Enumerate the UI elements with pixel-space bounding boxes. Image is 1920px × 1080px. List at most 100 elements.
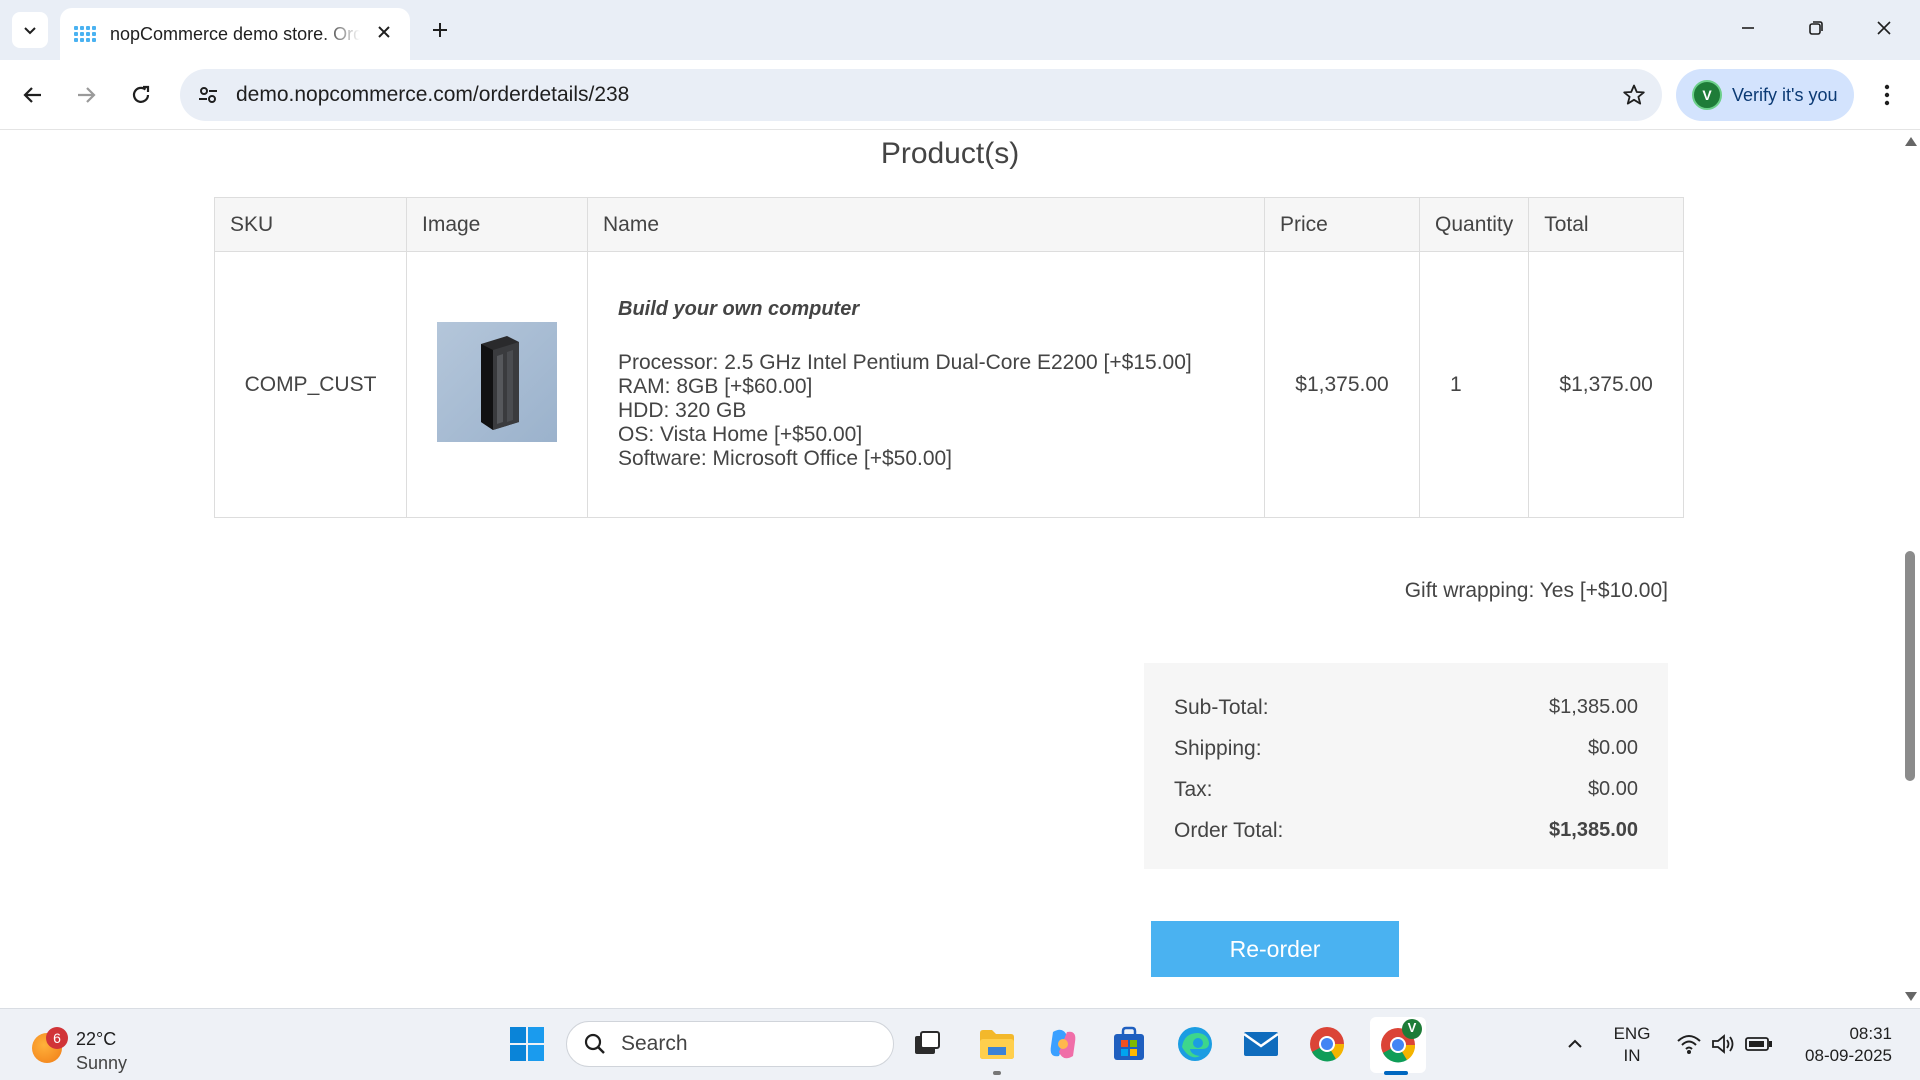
reload-icon [132, 85, 150, 103]
windows-logo-icon [510, 1027, 544, 1061]
url-text[interactable]: demo.nopcommerce.com/orderdetails/238 [236, 83, 629, 107]
back-button[interactable] [14, 76, 52, 114]
weather-condition: Sunny [76, 1053, 128, 1073]
site-info-button[interactable] [194, 81, 222, 109]
browser-menu-button[interactable] [1870, 78, 1904, 112]
file-explorer-button[interactable] [976, 1023, 1018, 1065]
cell-name: Build your own computer Processor: 2.5 G… [587, 251, 1265, 518]
more-vertical-icon [1884, 84, 1890, 106]
table-row: COMP_CUST Build your own computer Proces… [214, 251, 1684, 518]
arrow-left-icon [23, 87, 41, 103]
tab-search-button[interactable] [12, 12, 48, 48]
subtotal-value: $1,385.00 [1549, 696, 1638, 718]
mail-button[interactable] [1240, 1023, 1282, 1065]
scroll-up-arrow-icon[interactable] [1905, 137, 1917, 146]
header-total: Total [1528, 197, 1684, 252]
new-tab-button[interactable] [422, 12, 458, 48]
clock-date: 08-09-2025 [1805, 1046, 1892, 1065]
copilot-button[interactable] [1042, 1023, 1084, 1065]
shipping-label: Shipping: [1174, 736, 1262, 760]
bookmark-button[interactable] [1620, 81, 1648, 109]
browser-tab-active[interactable]: nopCommerce demo store. Order [60, 8, 410, 60]
attribute-processor: Processor: 2.5 GHz Intel Pentium Dual-Co… [618, 351, 1192, 374]
cell-image [406, 251, 588, 518]
tax-row: Tax: $0.00 [1174, 769, 1638, 810]
chrome-profile-window-button[interactable]: V [1370, 1017, 1426, 1073]
subtotal-row: Sub-Total: $1,385.00 [1174, 687, 1638, 728]
close-window-button[interactable] [1858, 8, 1910, 48]
chrome-active-indicator [1384, 1071, 1408, 1075]
header-quantity: Quantity [1418, 197, 1530, 252]
chrome-icon [1381, 1019, 1422, 1063]
tab-title: nopCommerce demo store. Order [110, 23, 360, 44]
restore-icon [1809, 21, 1823, 35]
language-code: ENG [1613, 1024, 1651, 1043]
task-view-icon [915, 1031, 940, 1054]
input-language-indicator[interactable]: ENG IN [1612, 1023, 1652, 1067]
tax-label: Tax: [1174, 777, 1213, 801]
products-section-title: Product(s) [880, 137, 1020, 170]
tab-close-button[interactable] [372, 20, 396, 44]
computer-tower-icon [481, 335, 519, 430]
mail-icon [1243, 1032, 1279, 1056]
page-scrollbar[interactable] [1900, 131, 1920, 1007]
folder-icon [980, 1030, 1014, 1059]
nopcommerce-favicon-icon [74, 24, 98, 44]
weather-temperature: 22°C [76, 1029, 117, 1049]
shipping-row: Shipping: $0.00 [1174, 728, 1638, 769]
scrollbar-thumb[interactable] [1905, 551, 1915, 781]
header-image: Image [406, 197, 588, 252]
chevron-up-icon [1568, 1039, 1582, 1048]
region-code: IN [1623, 1046, 1641, 1065]
windows-taskbar: 6 22°C Sunny Search V ENG IN 08:31 08-09… [0, 1008, 1920, 1080]
edge-icon [1178, 1027, 1212, 1061]
store-icon [1114, 1026, 1144, 1060]
clock-time: 08:31 [1849, 1024, 1892, 1043]
chrome-button[interactable] [1306, 1023, 1348, 1065]
arrow-right-icon [78, 87, 96, 103]
attribute-software: Software: Microsoft Office [+$50.00] [618, 447, 953, 470]
explorer-open-indicator [993, 1071, 1001, 1075]
order-total-row: Order Total: $1,385.00 [1174, 810, 1638, 851]
restore-button[interactable] [1790, 8, 1842, 48]
tax-value: $0.00 [1587, 778, 1638, 800]
header-sku: SKU [214, 197, 407, 252]
task-view-button[interactable] [906, 1023, 948, 1065]
verify-identity-button[interactable]: V Verify it's you [1676, 69, 1854, 121]
cell-sku: COMP_CUST [214, 251, 407, 518]
close-icon [378, 26, 390, 38]
reload-button[interactable] [122, 76, 160, 114]
browser-toolbar: demo.nopcommerce.com/orderdetails/238 V … [0, 60, 1920, 130]
reorder-button[interactable]: Re-order [1151, 921, 1399, 977]
speaker-icon [1712, 1034, 1734, 1054]
order-total-label: Order Total: [1174, 818, 1284, 842]
product-image[interactable] [437, 321, 557, 442]
search-placeholder: Search [621, 1032, 688, 1055]
search-icon [584, 1033, 605, 1054]
minimize-icon [1742, 27, 1754, 29]
show-hidden-icons-button[interactable] [1554, 1023, 1596, 1065]
product-name-link[interactable]: Build your own computer [618, 298, 1264, 321]
attribute-hdd: HDD: 320 GB [618, 399, 747, 422]
page-content: Product(s) SKU Image Name Price Quantity… [0, 131, 1900, 1007]
start-button[interactable] [506, 1023, 548, 1065]
edge-browser-button[interactable] [1174, 1023, 1216, 1065]
header-name: Name [587, 197, 1265, 252]
profile-avatar: V [1692, 80, 1722, 110]
star-icon [1623, 84, 1645, 105]
battery-status[interactable] [1738, 1023, 1780, 1065]
microsoft-store-button[interactable] [1108, 1023, 1150, 1065]
minimize-button[interactable] [1722, 8, 1774, 48]
forward-button[interactable] [67, 76, 105, 114]
verify-label: Verify it's you [1732, 84, 1838, 105]
taskbar-search[interactable]: Search [566, 1021, 894, 1067]
cell-price: $1,375.00 [1264, 251, 1420, 518]
weather-widget[interactable]: 6 22°C Sunny [28, 1019, 148, 1073]
system-clock[interactable]: 08:31 08-09-2025 [1805, 1023, 1892, 1067]
order-totals-panel: Sub-Total: $1,385.00 Shipping: $0.00 Tax… [1144, 663, 1668, 869]
header-price: Price [1264, 197, 1420, 252]
tab-strip: nopCommerce demo store. Order [0, 0, 1920, 60]
attribute-ram: RAM: 8GB [+$60.00] [618, 375, 813, 398]
address-bar[interactable]: demo.nopcommerce.com/orderdetails/238 [180, 69, 1662, 121]
scroll-down-arrow-icon[interactable] [1905, 992, 1917, 1001]
